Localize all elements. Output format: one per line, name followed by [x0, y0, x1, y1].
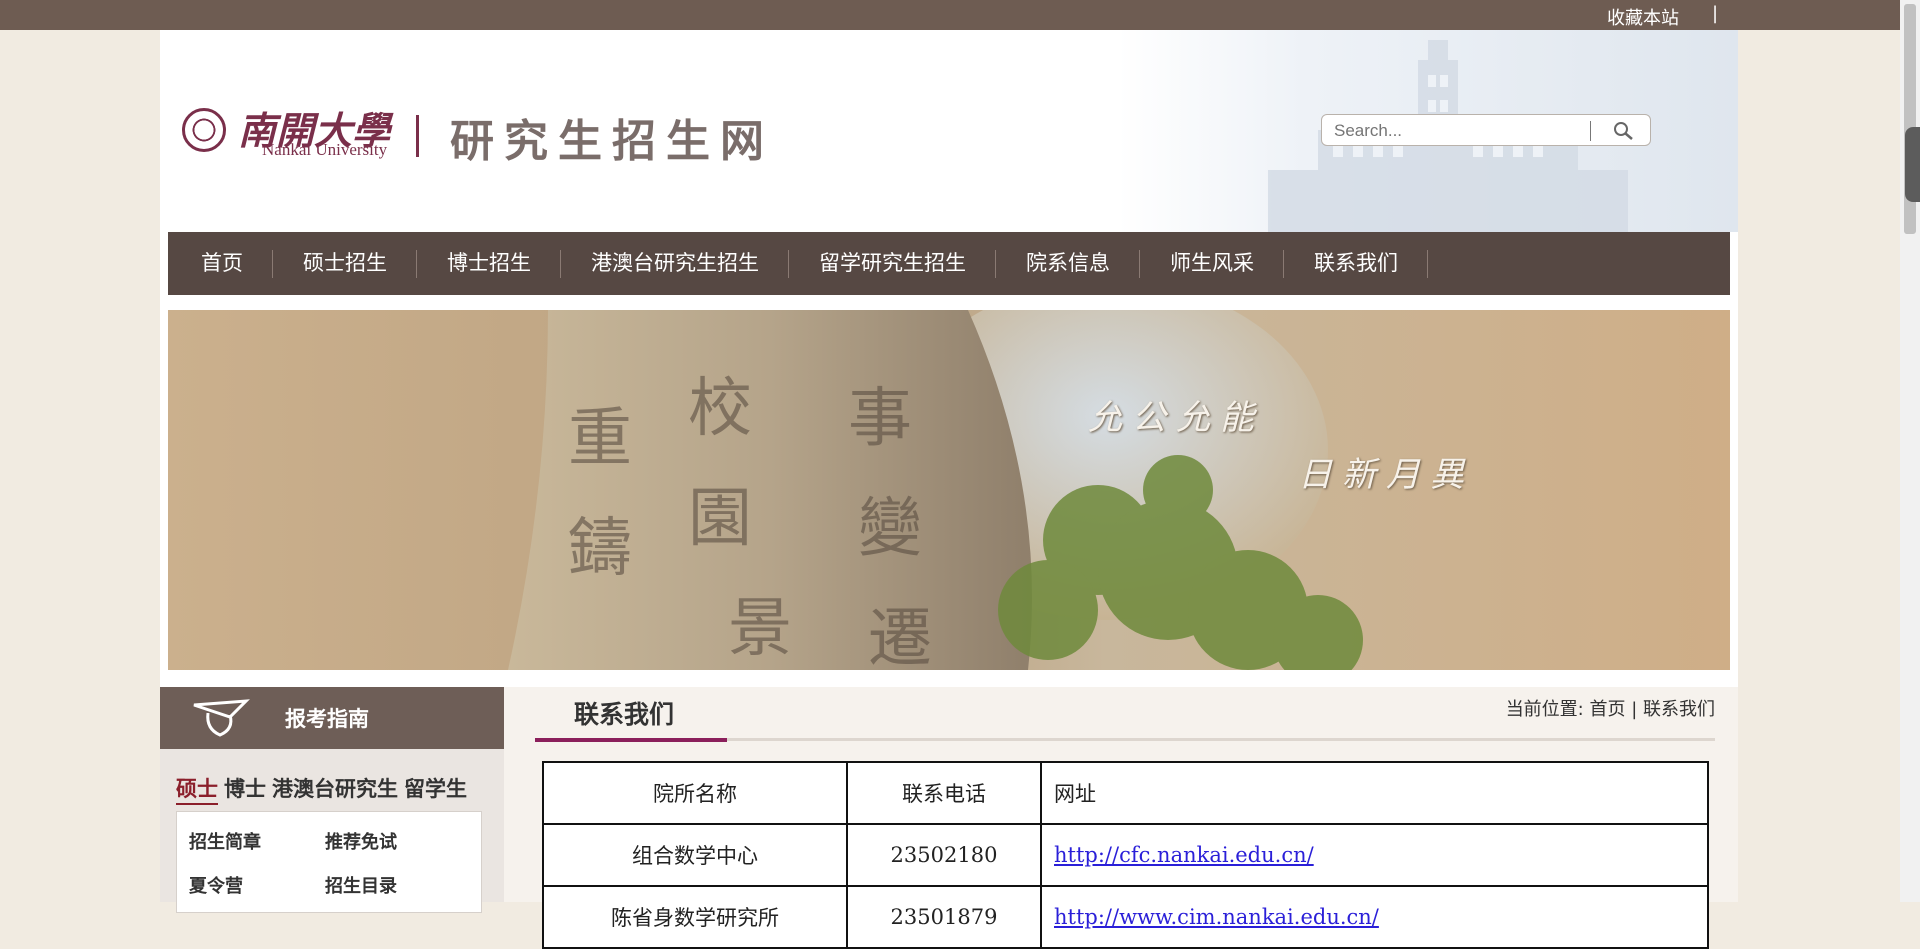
institute-url-link[interactable]: http://cfc.nankai.edu.cn/: [1054, 843, 1314, 867]
sidebar-tab-panel: 招生简章 推荐免试 夏令营 招生目录: [176, 811, 482, 913]
tab-masters[interactable]: 硕士: [176, 773, 218, 805]
nav-item-home[interactable]: 首页: [193, 232, 273, 295]
tab-hk-macao-taiwan[interactable]: 港澳台研究生: [272, 773, 398, 805]
search-input[interactable]: [1332, 119, 1586, 143]
logo-divider: [416, 115, 419, 157]
title-underline: [535, 738, 1715, 742]
svg-text:校: 校: [688, 372, 752, 446]
table-header-row: 院所名称 联系电话 网址: [542, 761, 1709, 825]
svg-text:鑄: 鑄: [568, 512, 632, 586]
main-nav: 首页 硕士招生 博士招生 港澳台研究生招生 留学研究生招生 院系信息 师生风采 …: [168, 232, 1730, 295]
site-title: 研究生招生网: [450, 116, 774, 167]
banner-motto-line1: 允公允能: [1088, 398, 1264, 438]
sidebar-tabs: 硕士 博士 港澳台研究生 留学生: [176, 773, 473, 805]
logo-english-name: Nankai University: [262, 140, 388, 159]
breadcrumb-separator: |: [1625, 699, 1643, 720]
tab-international[interactable]: 留学生: [404, 773, 467, 805]
svg-text:事: 事: [848, 382, 912, 456]
svg-text:景: 景: [728, 592, 792, 666]
sidebar-body: 硕士 博士 港澳台研究生 留学生 招生简章 推荐免试 夏令营 招生目录: [160, 749, 504, 913]
graduation-cap-icon: [193, 699, 250, 737]
banner-motto-line2: 日新月異: [1298, 455, 1474, 495]
breadcrumb: 当前位置: 首页 | 联系我们: [1506, 695, 1715, 721]
link-summer-camp[interactable]: 夏令营: [189, 872, 243, 898]
contacts-table: 院所名称 联系电话 网址 组合数学中心 23502180 http://cfc.…: [542, 761, 1709, 949]
search-icon[interactable]: [1612, 121, 1636, 141]
bookmark-site-link[interactable]: 收藏本站: [1607, 4, 1679, 30]
page-title: 联系我们: [574, 700, 675, 729]
nav-item-contact[interactable]: 联系我们: [1284, 232, 1428, 295]
page-container: 南開大學 Nankai University 研究生招生网 首页 硕士招生 博士…: [160, 30, 1738, 949]
cell-phone: 23502180: [846, 823, 1042, 887]
table-row: 组合数学中心 23502180 http://cfc.nankai.edu.cn…: [542, 823, 1709, 887]
nav-item-faculty-students[interactable]: 师生风采: [1140, 232, 1284, 295]
column-header-url: 网址: [1040, 761, 1709, 825]
institute-url-link[interactable]: http://www.cim.nankai.edu.cn/: [1054, 905, 1379, 929]
university-seal-icon: [182, 108, 226, 152]
banner-graphic: 校 事 園 變 景 遷 重鑄: [168, 310, 1730, 670]
sidebar-header: 报考指南: [160, 687, 504, 749]
nav-item-departments[interactable]: 院系信息: [996, 232, 1140, 295]
banner-image: 校 事 園 變 景 遷 重鑄 允公允能 日新月異: [168, 310, 1730, 670]
table-row: 陈省身数学研究所 23501879 http://www.cim.nankai.…: [542, 885, 1709, 949]
column-header-name: 院所名称: [542, 761, 848, 825]
search-box: [1321, 114, 1651, 146]
nav-item-masters[interactable]: 硕士招生: [273, 232, 417, 295]
content-area: 报考指南 硕士 博士 港澳台研究生 留学生 招生简章 推荐免试 夏令营 招生目录…: [160, 687, 1738, 949]
cell-institute-name: 组合数学中心: [542, 823, 848, 887]
svg-text:變: 變: [858, 492, 922, 566]
nankai-logo[interactable]: 南開大學 Nankai University: [182, 100, 390, 190]
sidebar-title: 报考指南: [285, 707, 369, 731]
side-tool-widget[interactable]: [1905, 127, 1920, 202]
search-divider: [1590, 121, 1591, 141]
nav-item-hk-macao-taiwan[interactable]: 港澳台研究生招生: [561, 232, 789, 295]
tab-doctoral[interactable]: 博士: [224, 773, 266, 805]
top-bar: 收藏本站 |: [0, 0, 1900, 30]
svg-text:園: 園: [688, 482, 752, 556]
breadcrumb-prefix: 当前位置:: [1505, 699, 1590, 720]
link-admission-brochure[interactable]: 招生简章: [189, 828, 261, 854]
cell-url: http://cfc.nankai.edu.cn/: [1040, 823, 1709, 887]
link-recommended-exemption[interactable]: 推荐免试: [325, 828, 397, 854]
column-header-phone: 联系电话: [846, 761, 1042, 825]
cell-institute-name: 陈省身数学研究所: [542, 885, 848, 949]
svg-text:遷: 遷: [868, 602, 932, 670]
topbar-separator: |: [1712, 3, 1719, 24]
nav-item-international[interactable]: 留学研究生招生: [789, 232, 996, 295]
main-content: 联系我们 当前位置: 首页 | 联系我们 院所名称 联系电话 网址 组合数学中心…: [535, 687, 1715, 949]
cell-url: http://www.cim.nankai.edu.cn/: [1040, 885, 1709, 949]
breadcrumb-home-link[interactable]: 首页: [1589, 699, 1625, 720]
title-underline-accent: [535, 738, 727, 742]
nav-item-doctoral[interactable]: 博士招生: [417, 232, 561, 295]
site-header: 南開大學 Nankai University 研究生招生网: [160, 30, 1738, 232]
svg-text:重: 重: [568, 402, 632, 476]
link-admission-catalog[interactable]: 招生目录: [325, 872, 397, 898]
cell-phone: 23501879: [846, 885, 1042, 949]
breadcrumb-current: 联系我们: [1643, 699, 1715, 720]
